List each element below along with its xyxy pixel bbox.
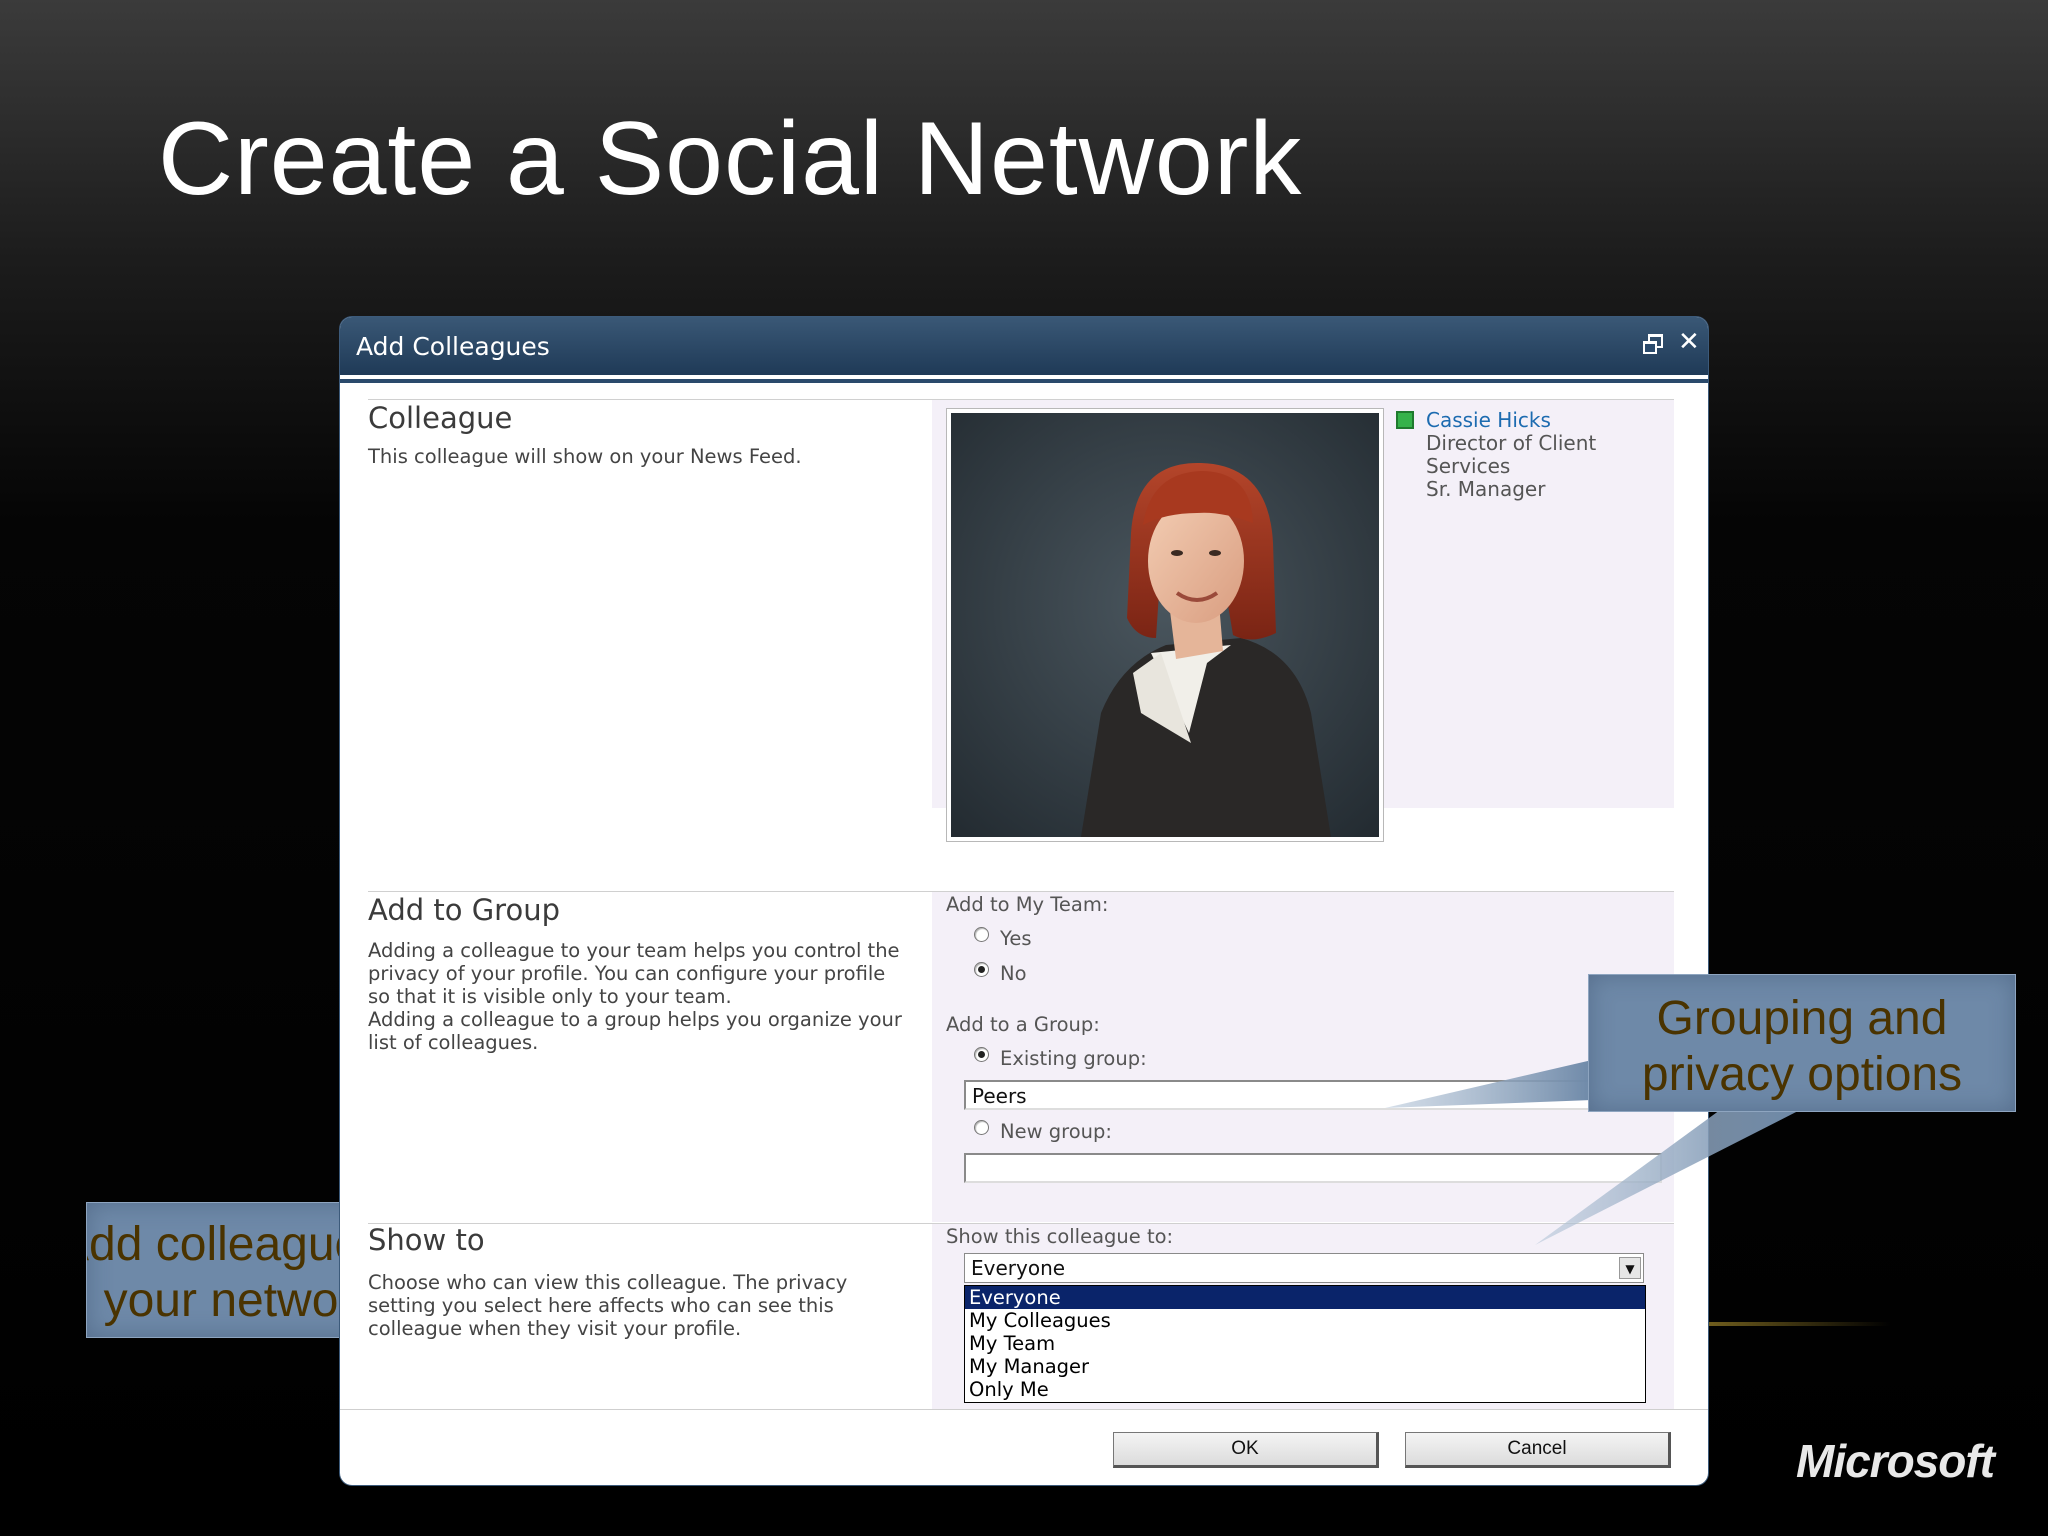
dialog-title: Add Colleagues (356, 332, 550, 361)
callout-right-line2: privacy options (1641, 1048, 1963, 1101)
group-description: Adding a colleague to your team helps yo… (368, 939, 928, 1054)
footer-rule (340, 1409, 1708, 1410)
colleague-heading: Colleague (368, 401, 513, 435)
show-to-select[interactable]: Everyone ▼ (964, 1253, 1644, 1283)
chevron-down-icon[interactable]: ▼ (1619, 1257, 1641, 1279)
dialog-titlebar: Add Colleagues ✕ (340, 317, 1708, 383)
close-icon[interactable]: ✕ (1678, 327, 1700, 357)
group-desc-line: privacy of your profile. You can configu… (368, 962, 886, 985)
slide-title: Create a Social Network (158, 101, 1303, 217)
group-heading: Add to Group (368, 893, 560, 927)
dropdown-option-my-manager[interactable]: My Manager (965, 1355, 1645, 1378)
dropdown-option-only-me[interactable]: Only Me (965, 1378, 1645, 1401)
profile-photo (951, 413, 1379, 837)
show-label: Show this colleague to: (946, 1225, 1174, 1248)
group-desc-line: Adding a colleague to your team helps yo… (368, 939, 900, 962)
show-desc-line: setting you select here affects who can … (368, 1294, 834, 1317)
colleague-name-link[interactable]: Cassie Hicks (1426, 408, 1551, 432)
team-no-label: No (1000, 962, 1027, 985)
dropdown-option-my-colleagues[interactable]: My Colleagues (965, 1309, 1645, 1332)
show-to-selected-value: Everyone (971, 1256, 1066, 1280)
team-no-radio[interactable] (974, 962, 989, 977)
presence-icon (1396, 411, 1414, 429)
colleague-title-line2: Services (1426, 454, 1511, 478)
show-to-dropdown: Everyone My Colleagues My Team My Manage… (964, 1285, 1646, 1403)
colleague-title-line3: Sr. Manager (1426, 477, 1546, 501)
group-desc-line: list of colleagues. (368, 1031, 539, 1054)
group-desc-line: so that it is visible only to your team. (368, 985, 732, 1008)
cancel-button[interactable]: Cancel (1405, 1432, 1671, 1468)
new-group-input[interactable] (964, 1153, 1662, 1183)
new-group-radio[interactable] (974, 1120, 989, 1135)
restore-icon[interactable] (1643, 334, 1663, 354)
existing-group-label: Existing group: (1000, 1047, 1147, 1070)
colleague-title-line1: Director of Client (1426, 431, 1597, 455)
microsoft-logo: Microsoft (1796, 1435, 1995, 1487)
show-heading: Show to (368, 1223, 485, 1257)
ok-button[interactable]: OK (1113, 1432, 1379, 1468)
add-colleagues-dialog: Add Colleagues ✕ Colleague This colleagu… (340, 317, 1708, 1485)
team-yes-label: Yes (1000, 927, 1032, 950)
existing-group-radio[interactable] (974, 1047, 989, 1062)
dropdown-option-my-team[interactable]: My Team (965, 1332, 1645, 1355)
dropdown-option-everyone[interactable]: Everyone (965, 1286, 1645, 1309)
callout-grouping-privacy: Grouping and privacy options (1588, 974, 2016, 1112)
profile-photo-frame (946, 408, 1384, 842)
team-label: Add to My Team: (946, 893, 1109, 916)
existing-group-input[interactable]: Peers (964, 1080, 1662, 1110)
team-yes-radio[interactable] (974, 927, 989, 942)
new-group-label: New group: (1000, 1120, 1112, 1143)
colleague-description: This colleague will show on your News Fe… (368, 445, 802, 468)
group-desc-line: Adding a colleague to a group helps you … (368, 1008, 902, 1031)
show-desc-line: colleague when they visit your profile. (368, 1317, 742, 1340)
show-desc-line: Choose who can view this colleague. The … (368, 1271, 848, 1294)
group-label: Add to a Group: (946, 1013, 1100, 1036)
show-description: Choose who can view this colleague. The … (368, 1271, 928, 1340)
callout-right-line1: Grouping and (1656, 992, 1948, 1045)
